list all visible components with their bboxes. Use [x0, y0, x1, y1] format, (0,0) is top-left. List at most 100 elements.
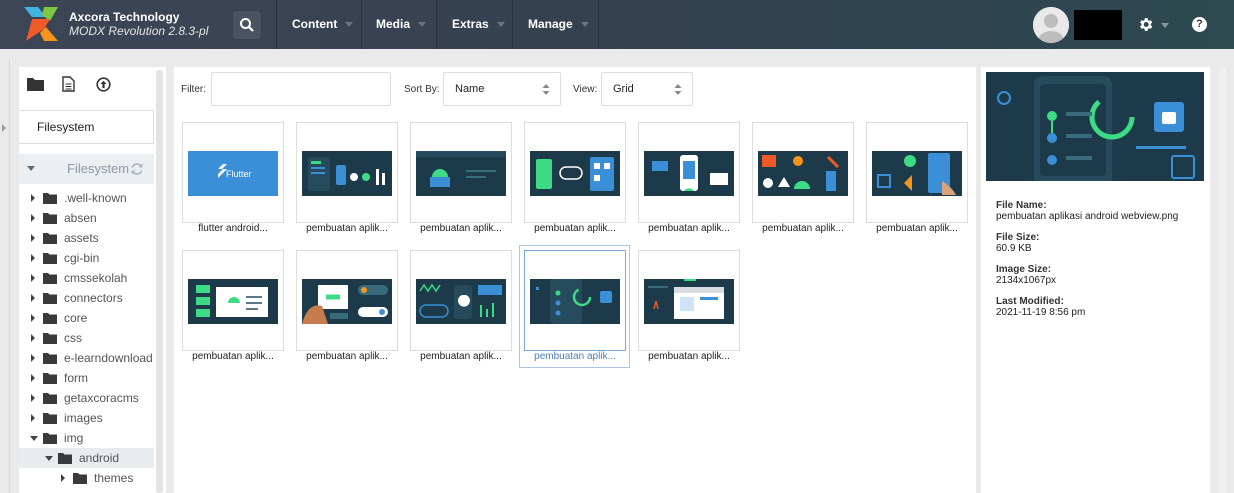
thumbnail-caption: pembuatan aplik... — [762, 223, 844, 234]
thumbnail-caption: pembuatan aplik... — [420, 223, 502, 234]
chevron-down-icon[interactable] — [30, 436, 38, 441]
chevron-right-icon[interactable] — [31, 294, 35, 302]
thumbnail-frame[interactable] — [524, 122, 626, 223]
folder-icon[interactable] — [27, 77, 44, 91]
tree-folder-well-known[interactable]: .well-known — [19, 188, 154, 208]
filter-input[interactable] — [211, 72, 391, 106]
sidebar-scrollbar[interactable] — [156, 70, 163, 493]
nav-manage[interactable]: Manage — [528, 0, 589, 49]
tree-folder-label: getaxcoracms — [64, 391, 139, 405]
tree-folder-themes[interactable]: themes — [19, 468, 154, 488]
thumbnail-frame[interactable] — [752, 122, 854, 223]
chevron-right-icon[interactable] — [31, 414, 35, 422]
chevron-right-icon[interactable] — [31, 394, 35, 402]
file-thumbnail[interactable]: pembuatan aplik... — [182, 250, 284, 364]
tree-folder-label: android — [79, 451, 120, 465]
thumbnail-frame[interactable] — [638, 250, 740, 351]
file-thumbnail[interactable]: pembuatan aplik... — [638, 122, 740, 236]
thumbnail-caption: pembuatan aplik... — [534, 351, 616, 362]
svg-text:Flutter: Flutter — [226, 169, 252, 179]
nav-extras[interactable]: Extras — [452, 0, 505, 49]
thumbnail-frame[interactable] — [410, 250, 512, 351]
tree-folder-core[interactable]: core — [19, 308, 154, 328]
folder-icon — [43, 233, 57, 244]
tree-folder-e-learndownload[interactable]: e-learndownload — [19, 348, 154, 368]
thumbnail-frame[interactable] — [410, 122, 512, 223]
chevron-down-icon — [580, 22, 589, 28]
username-redacted[interactable] — [1074, 10, 1122, 40]
user-avatar-icon — [1033, 7, 1069, 43]
tree-root-header[interactable]: Filesystem — [19, 154, 154, 184]
collapse-sidebar-arrow-icon[interactable] — [2, 124, 6, 132]
file-tree-sidebar: Filesystem Filesystem .well-known absen as… — [19, 67, 166, 493]
file-thumbnail[interactable]: pembuatan aplik... — [410, 250, 512, 364]
view-select[interactable]: Grid — [601, 72, 693, 106]
tree-folder-cmssekolah[interactable]: cmssekolah — [19, 268, 154, 288]
view-label: View: — [573, 84, 598, 95]
chevron-right-icon[interactable] — [31, 334, 35, 342]
chevron-down-icon[interactable] — [45, 456, 53, 461]
thumbnail-frame[interactable] — [638, 122, 740, 223]
folder-icon — [43, 393, 57, 404]
chevron-right-icon[interactable] — [31, 354, 35, 362]
chevron-right-icon[interactable] — [31, 274, 35, 282]
thumbnail-image — [416, 279, 506, 324]
file-thumbnail[interactable]: pembuatan aplik... — [524, 122, 626, 236]
nav-divider — [276, 0, 277, 49]
chevron-right-icon[interactable] — [31, 214, 35, 222]
file-thumbnail[interactable]: pembuatan aplik... — [296, 250, 398, 364]
nav-content[interactable]: Content — [292, 0, 354, 49]
chevron-right-icon[interactable] — [31, 314, 35, 322]
thumbnail-frame[interactable] — [524, 250, 626, 351]
chevron-right-icon[interactable] — [31, 254, 35, 262]
thumbnail-frame[interactable] — [296, 122, 398, 223]
file-thumbnail[interactable]: pembuatan aplik... — [752, 122, 854, 236]
upload-icon[interactable] — [96, 77, 111, 92]
file-thumbnail[interactable]: pembuatan aplik... — [638, 250, 740, 364]
thumbnail-frame[interactable] — [866, 122, 968, 223]
tree-folder-form[interactable]: form — [19, 368, 154, 388]
detail-scrollbar[interactable] — [1219, 67, 1226, 493]
thumbnail-frame[interactable] — [296, 250, 398, 351]
folder-icon — [58, 453, 72, 464]
folder-icon — [73, 473, 87, 484]
file-thumbnail[interactable]: pembuatan aplik... — [866, 122, 968, 236]
nav-media[interactable]: Media — [376, 0, 427, 49]
chevron-right-icon[interactable] — [31, 194, 35, 202]
tree-folder-connectors[interactable]: connectors — [19, 288, 154, 308]
chevron-right-icon[interactable] — [61, 474, 65, 482]
thumbnail-caption: pembuatan aplik... — [306, 351, 388, 362]
tree-folder-android[interactable]: android — [19, 448, 154, 468]
file-thumbnail[interactable]: pembuatan aplik... — [296, 122, 398, 236]
thumbnail-frame[interactable] — [182, 250, 284, 351]
tree-folder-images[interactable]: images — [19, 408, 154, 428]
tree-folder-label: form — [64, 371, 88, 385]
tree-folder-getaxcoracms[interactable]: getaxcoracms — [19, 388, 154, 408]
tree-folder-absen[interactable]: absen — [19, 208, 154, 228]
tree-folder-img[interactable]: img — [19, 428, 154, 448]
chevron-right-icon[interactable] — [31, 374, 35, 382]
tree-folder-css[interactable]: css — [19, 328, 154, 348]
file-thumbnail[interactable]: Flutter flutter android... — [182, 122, 284, 236]
media-source-field[interactable]: Filesystem — [19, 110, 154, 144]
thumbnail-caption: pembuatan aplik... — [192, 351, 274, 362]
file-thumbnail[interactable]: pembuatan aplik... — [524, 250, 626, 364]
settings-button[interactable] — [1137, 16, 1154, 34]
tree-root-label: Filesystem — [67, 161, 130, 176]
tree-folder-assets[interactable]: assets — [19, 228, 154, 248]
brand[interactable]: Axcora Technology MODX Revolution 2.8.3-… — [69, 10, 208, 39]
avatar[interactable] — [1033, 7, 1069, 43]
sort-select[interactable]: Name — [443, 72, 561, 106]
file-thumbnail[interactable]: pembuatan aplik... — [410, 122, 512, 236]
new-file-icon[interactable] — [62, 76, 75, 92]
chevron-down-icon[interactable] — [27, 166, 35, 171]
tree-folder-cgi-bin[interactable]: cgi-bin — [19, 248, 154, 268]
folder-icon — [43, 313, 57, 324]
thumbnail-frame[interactable]: Flutter — [182, 122, 284, 223]
search-button[interactable] — [233, 11, 261, 39]
chevron-right-icon[interactable] — [31, 234, 35, 242]
refresh-icon[interactable] — [130, 162, 144, 176]
chevron-down-icon[interactable] — [1161, 23, 1169, 28]
help-icon[interactable]: ? — [1192, 17, 1207, 32]
thumbnail-caption: pembuatan aplik... — [876, 223, 958, 234]
